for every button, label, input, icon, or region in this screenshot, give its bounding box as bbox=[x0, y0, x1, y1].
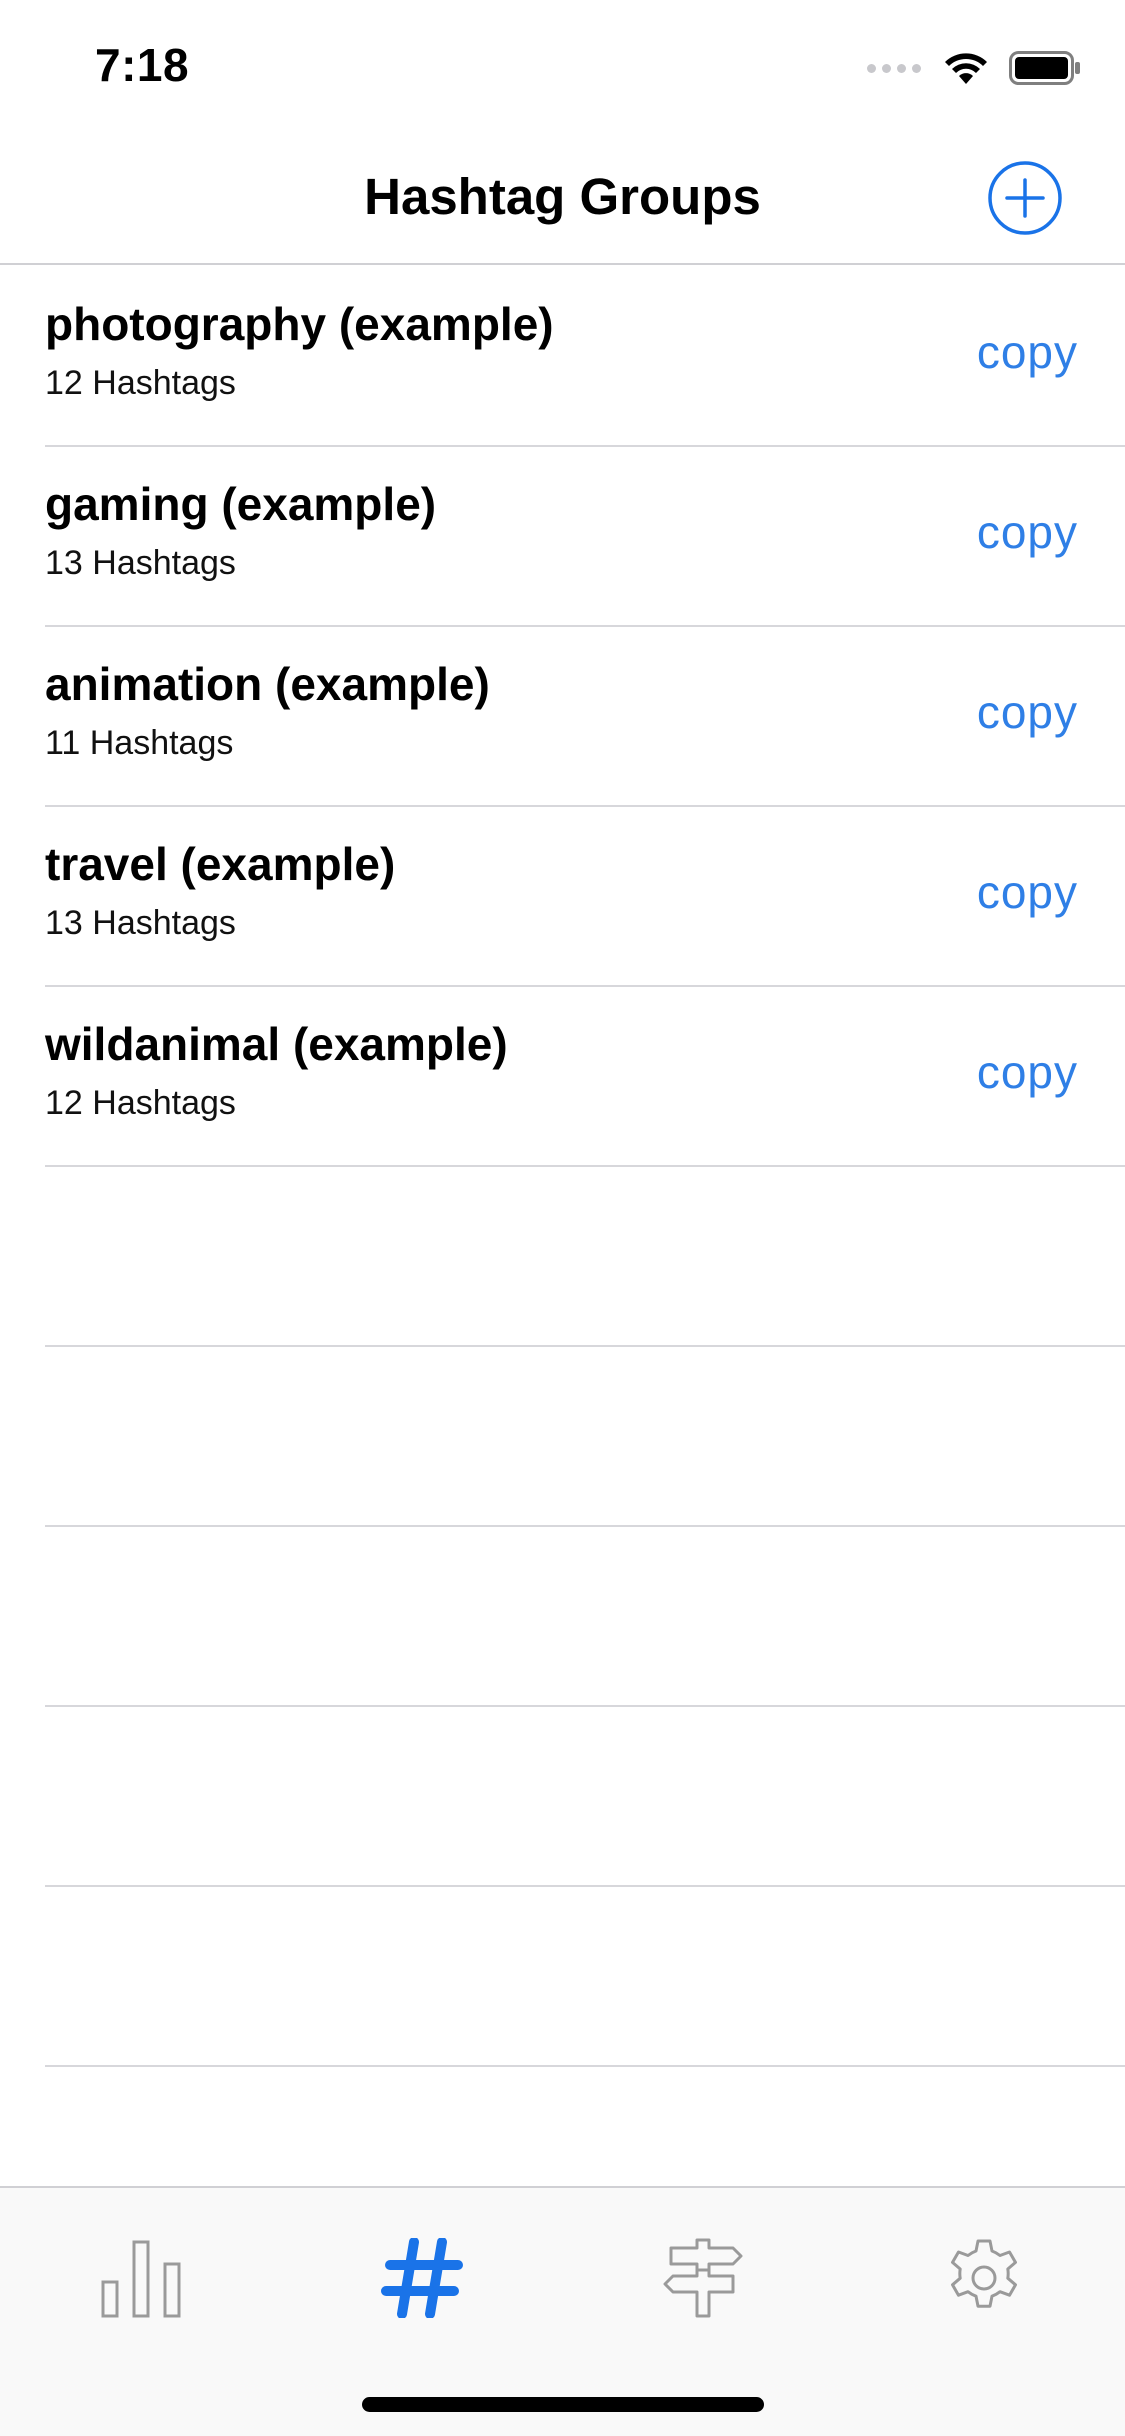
plus-circle-icon bbox=[988, 161, 1062, 235]
empty-row bbox=[45, 1887, 1125, 2067]
hashtag-group-list: photography (example) 12 Hashtags copy g… bbox=[0, 267, 1125, 2067]
add-group-button[interactable] bbox=[987, 160, 1063, 236]
group-count: 12 Hashtags bbox=[45, 364, 236, 402]
copy-button[interactable]: copy bbox=[977, 865, 1078, 919]
group-count: 11 Hashtags bbox=[45, 724, 234, 762]
list-item[interactable]: photography (example) 12 Hashtags copy bbox=[45, 267, 1125, 447]
empty-row bbox=[45, 1527, 1125, 1707]
battery-icon bbox=[1009, 51, 1080, 85]
page-title: Hashtag Groups bbox=[364, 168, 761, 225]
group-count: 13 Hashtags bbox=[45, 904, 236, 942]
cellular-signal-icon bbox=[867, 63, 921, 73]
group-title: photography (example) bbox=[45, 298, 554, 350]
hashtag-icon bbox=[381, 2238, 463, 2318]
tab-hashtags[interactable] bbox=[367, 2223, 477, 2333]
status-bar: 7:18 bbox=[0, 0, 1125, 132]
bar-chart-icon bbox=[101, 2240, 181, 2318]
list-item[interactable]: travel (example) 13 Hashtags copy bbox=[45, 807, 1125, 987]
tab-statistics[interactable] bbox=[86, 2223, 196, 2333]
home-indicator bbox=[362, 2397, 764, 2412]
tab-guide[interactable] bbox=[648, 2223, 758, 2333]
gear-icon bbox=[951, 2239, 1017, 2308]
copy-button[interactable]: copy bbox=[977, 505, 1078, 559]
wifi-icon bbox=[945, 53, 987, 84]
group-title: animation (example) bbox=[45, 658, 490, 710]
group-title: travel (example) bbox=[45, 838, 396, 890]
group-count: 12 Hashtags bbox=[45, 1084, 236, 1122]
status-indicators bbox=[867, 50, 1081, 86]
copy-button[interactable]: copy bbox=[977, 325, 1078, 379]
navigation-bar: Hashtag Groups bbox=[0, 132, 1125, 265]
list-item[interactable]: gaming (example) 13 Hashtags copy bbox=[45, 447, 1125, 627]
tab-settings[interactable] bbox=[929, 2223, 1039, 2333]
copy-button[interactable]: copy bbox=[977, 685, 1078, 739]
hashtag-groups-screen: 7:18 Hashtag Groups photography (example… bbox=[0, 0, 1125, 2436]
group-title: gaming (example) bbox=[45, 478, 437, 530]
empty-row bbox=[45, 1707, 1125, 1887]
status-time: 7:18 bbox=[95, 39, 190, 91]
list-item[interactable]: wildanimal (example) 12 Hashtags copy bbox=[45, 987, 1125, 1167]
group-title: wildanimal (example) bbox=[45, 1018, 508, 1070]
empty-row bbox=[45, 1167, 1125, 1347]
list-item[interactable]: animation (example) 11 Hashtags copy bbox=[45, 627, 1125, 807]
signpost-icon bbox=[663, 2238, 743, 2318]
group-count: 13 Hashtags bbox=[45, 544, 236, 582]
copy-button[interactable]: copy bbox=[977, 1045, 1078, 1099]
empty-row bbox=[45, 1347, 1125, 1527]
